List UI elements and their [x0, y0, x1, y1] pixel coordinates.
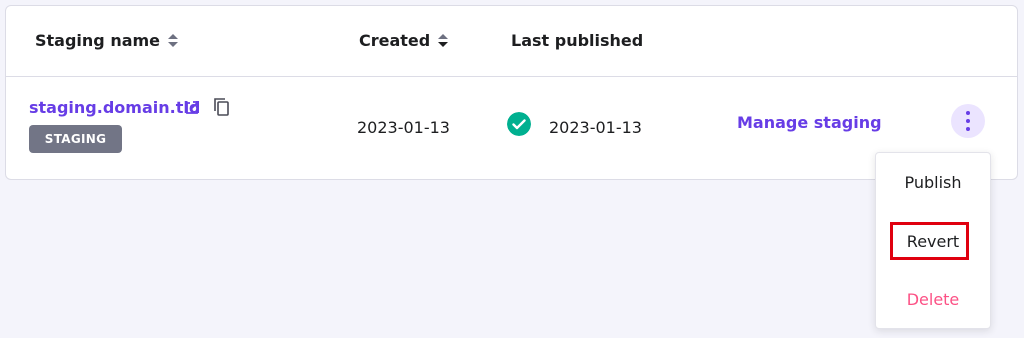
sort-icon[interactable]	[438, 33, 449, 48]
revert-highlight-box	[890, 222, 969, 260]
manage-staging-link[interactable]: Manage staging	[737, 113, 882, 132]
column-header-staging-name[interactable]: Staging name	[35, 31, 179, 50]
more-vertical-icon[interactable]	[951, 104, 985, 138]
created-date: 2023-01-13	[357, 118, 450, 137]
staging-badge: STAGING	[29, 125, 122, 153]
copy-icon[interactable]	[213, 97, 231, 117]
check-circle-icon	[507, 112, 531, 136]
column-label: Last published	[511, 31, 644, 50]
table-header: Staging name Created Last published	[6, 6, 1017, 77]
staging-table-card: Staging name Created Last published	[5, 5, 1018, 180]
column-label: Created	[359, 31, 431, 50]
staging-name-link[interactable]: staging.domain.tld	[29, 98, 200, 117]
external-link-icon[interactable]	[184, 100, 200, 116]
menu-item-publish[interactable]: Publish	[876, 173, 990, 192]
column-header-last-published: Last published	[511, 31, 643, 50]
menu-item-delete[interactable]: Delete	[876, 290, 990, 309]
last-published-date: 2023-01-13	[549, 118, 642, 137]
column-label: Staging name	[35, 31, 161, 50]
sort-icon[interactable]	[168, 33, 179, 48]
column-header-created[interactable]: Created	[359, 31, 449, 50]
